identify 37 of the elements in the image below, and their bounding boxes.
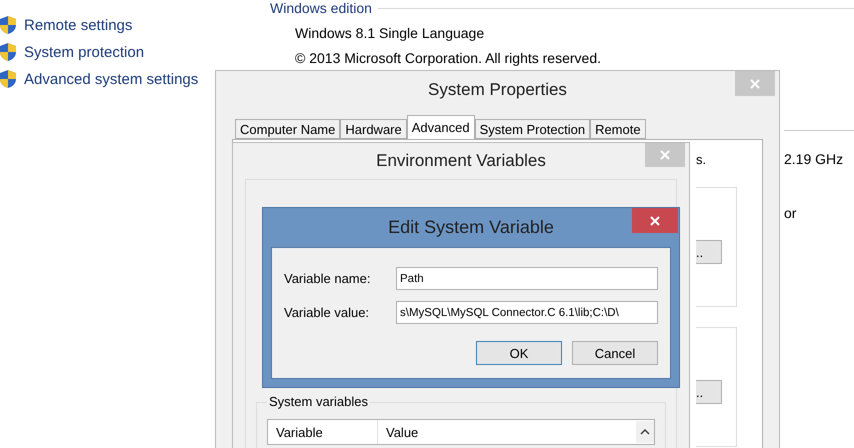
panel-text: s. <box>696 152 708 167</box>
section-heading: Windows edition <box>270 0 372 16</box>
column-header[interactable]: Variable <box>268 420 378 444</box>
cut-text: or <box>784 205 796 221</box>
field-label: Variable value: <box>284 305 370 320</box>
sidebar-link[interactable]: System protection <box>0 43 144 61</box>
shield-icon <box>0 70 16 88</box>
scroll-up-button[interactable] <box>636 421 654 443</box>
input-field[interactable]: s\MySQL\MySQL Connector.C 6.1\lib;C:\D\ <box>396 301 658 324</box>
shield-icon <box>0 43 16 61</box>
input-field[interactable]: Path <box>396 267 658 290</box>
group-label: System variables <box>267 394 370 409</box>
close-icon <box>750 78 760 88</box>
tab[interactable]: Advanced <box>406 115 475 139</box>
tab[interactable]: System Protection <box>474 119 590 139</box>
copyright-text: © 2013 Microsoft Corporation. All rights reserved. <box>295 50 602 66</box>
shield-icon <box>0 16 16 34</box>
sidebar-link[interactable]: Remote settings <box>0 16 132 34</box>
window-title: System Properties <box>428 80 567 100</box>
dialog-button[interactable]: OK <box>476 341 562 365</box>
close-button[interactable] <box>632 208 678 233</box>
tab[interactable]: Remote <box>590 119 646 139</box>
close-icon <box>650 216 660 226</box>
column-header[interactable]: Value <box>378 420 636 444</box>
close-icon <box>660 150 670 160</box>
dialog-button[interactable]: Cancel <box>572 341 658 365</box>
dialog-title: Edit System Variable <box>388 217 554 238</box>
settings-button[interactable]: .. <box>696 380 722 404</box>
field-label: Variable name: <box>284 271 372 286</box>
processor-speed: 2.19 GHz <box>784 151 844 167</box>
edition-text: Windows 8.1 Single Language <box>295 25 484 41</box>
tab[interactable]: Computer Name <box>235 119 340 139</box>
window-title: Environment Variables <box>376 151 546 171</box>
chevron-up-icon <box>640 429 650 435</box>
settings-button[interactable]: .. <box>696 240 722 264</box>
sidebar-link[interactable]: Advanced system settings <box>0 70 198 88</box>
tab[interactable]: Hardware <box>340 119 407 139</box>
